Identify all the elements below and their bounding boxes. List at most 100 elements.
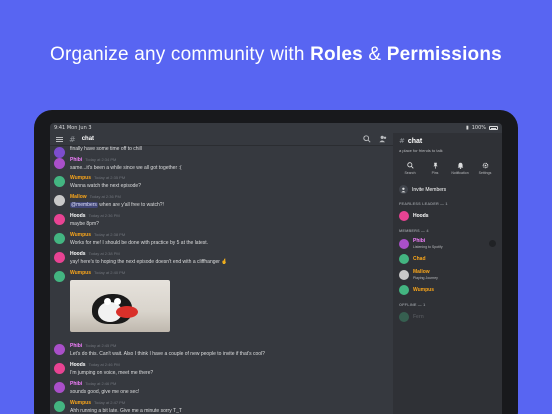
message-timestamp: Today at 2:36 PM — [88, 213, 120, 218]
member-name: Hoods — [413, 213, 429, 219]
message-author[interactable]: Wumpus — [70, 175, 91, 181]
message-text: same...it's been a while since we all go… — [70, 164, 182, 171]
avatar[interactable] — [54, 252, 65, 263]
headline-amp: & — [362, 44, 387, 65]
channel-name: chat — [81, 136, 95, 142]
wifi-icon: ▮ — [465, 125, 469, 131]
gear-icon — [482, 162, 488, 169]
member-name: Chad — [413, 256, 426, 262]
member-status: Listening to Spotify — [413, 245, 443, 249]
member-name: Phibi — [413, 238, 426, 244]
message-timestamp: Today at 2:35 PM — [94, 175, 126, 180]
side-channel-name: chat — [407, 137, 423, 145]
status-bar: 9:41 Mon Jun 3 ▮ 100% — [50, 123, 502, 133]
message: Hoods Today at 2:46 PM I'm jumping on vo… — [54, 362, 153, 376]
avatar[interactable] — [54, 382, 65, 393]
channel-hash-icon: # — [69, 134, 76, 144]
pin-icon — [432, 162, 438, 169]
headline-prefix: Organize any community with — [50, 44, 311, 65]
avatar[interactable] — [54, 271, 65, 282]
role-section-title: OFFLINE — 1 — [399, 303, 426, 307]
message: Hoods Today at 2:38 PM yay! here's to ho… — [54, 251, 228, 265]
message: Phibi Today at 2:46 PM sounds good, give… — [54, 381, 139, 395]
channel-hash-icon: # — [399, 137, 405, 145]
avatar[interactable] — [54, 233, 65, 244]
member-options-icon[interactable] — [489, 240, 496, 247]
member-item[interactable]: Phibi Listening to Spotify — [399, 238, 496, 249]
member-item[interactable]: Fern — [399, 312, 496, 322]
battery-icon — [489, 126, 498, 130]
headline-permissions: Permissions — [386, 44, 502, 65]
message-author[interactable]: Wumpus — [70, 270, 91, 276]
chat-pane: # chat finally have some time off to chi… — [50, 133, 393, 414]
message-author[interactable]: Wumpus — [70, 400, 91, 406]
member-item[interactable]: Hoods — [399, 211, 496, 221]
avatar[interactable] — [54, 344, 65, 355]
message-author[interactable]: Wumpus — [70, 232, 91, 238]
member-item[interactable]: Mallow Playing Journey — [399, 269, 496, 280]
message-text: Let's do this. Can't wait. Also I think … — [70, 350, 265, 357]
role-section-title: FEARLESS LEADER — 1 — [399, 202, 448, 206]
avatar — [399, 269, 409, 280]
message-timestamp: Today at 2:38 PM — [88, 251, 120, 256]
message-text: sounds good, give me one sec! — [70, 388, 140, 395]
message: Hoods Today at 2:36 PM maybe 8pm? — [54, 213, 120, 227]
status-time: 9:41 — [54, 125, 66, 131]
action-notification[interactable]: Notification — [449, 162, 471, 175]
avatar[interactable] — [54, 176, 65, 187]
action-label: Settings — [478, 171, 492, 175]
member-name: Wumpus — [413, 287, 435, 293]
channel-actions: Search Pins Notification Settings — [399, 162, 496, 175]
chat-header: # chat — [50, 133, 393, 146]
action-label: Search — [404, 171, 416, 175]
action-search[interactable]: Search — [399, 162, 421, 175]
app-screen: 9:41 Mon Jun 3 ▮ 100% # chat finally hav… — [50, 123, 502, 414]
action-settings[interactable]: Settings — [474, 162, 496, 175]
image-attachment[interactable] — [70, 279, 170, 332]
message-timestamp: Today at 2:36 PM — [89, 194, 121, 199]
role-section-title: MEMBERS — 4 — [399, 229, 429, 233]
avatar[interactable] — [54, 214, 65, 225]
message: Phibi Today at 2:45 PM Let's do this. Ca… — [54, 343, 265, 357]
mention-pill[interactable]: @members — [70, 201, 98, 208]
message-text: finally have some time off to chill — [70, 146, 142, 152]
message-author[interactable]: Phibi — [70, 157, 82, 163]
members-icon[interactable] — [379, 135, 387, 143]
message-author[interactable]: Phibi — [70, 343, 82, 349]
avatar[interactable] — [54, 195, 65, 206]
message-text: when are y'all free to watch?! — [97, 201, 164, 208]
action-label: Pins — [431, 171, 439, 175]
menu-icon[interactable] — [56, 136, 63, 142]
battery-percent: 100% — [471, 125, 486, 131]
headline-roles: Roles — [310, 44, 363, 65]
message-author[interactable]: Hoods — [70, 251, 86, 257]
message-text: I'm jumping on voice, meet me there? — [70, 369, 154, 376]
search-icon[interactable] — [363, 135, 371, 143]
avatar[interactable] — [54, 363, 65, 374]
avatar[interactable] — [54, 158, 65, 169]
action-pins[interactable]: Pins — [424, 162, 446, 175]
member-name: Fern — [413, 314, 424, 320]
message-author[interactable]: Hoods — [70, 213, 86, 219]
avatar — [399, 211, 409, 221]
message-author[interactable]: Mallow — [70, 194, 87, 200]
member-item[interactable]: Chad — [399, 254, 496, 264]
invite-members-button[interactable]: Invite Members — [399, 185, 496, 194]
avatar[interactable] — [54, 401, 65, 412]
message-author[interactable]: Hoods — [70, 362, 86, 368]
avatar — [399, 312, 409, 322]
message-text: Ahh running a bit late. Give me a minute… — [70, 407, 182, 414]
member-name: Mallow — [413, 269, 430, 275]
message-author[interactable]: Phibi — [70, 381, 82, 387]
member-item[interactable]: Wumpus — [399, 285, 496, 295]
offline-group: OFFLINE — 1 Fern — [399, 303, 496, 322]
action-label: Notification — [451, 171, 469, 175]
message-text: Works for me! I should be done with prac… — [70, 239, 209, 246]
invite-label: Invite Members — [412, 186, 447, 193]
message-timestamp: Today at 2:46 PM — [88, 362, 120, 367]
member-status: Playing Journey — [413, 276, 438, 280]
message: Wumpus Today at 2:40 PM — [54, 270, 170, 332]
channel-info-panel: # chat a place for friends to talk Searc… — [393, 133, 502, 414]
avatar — [399, 238, 409, 249]
message-timestamp: Today at 2:47 PM — [94, 400, 126, 405]
